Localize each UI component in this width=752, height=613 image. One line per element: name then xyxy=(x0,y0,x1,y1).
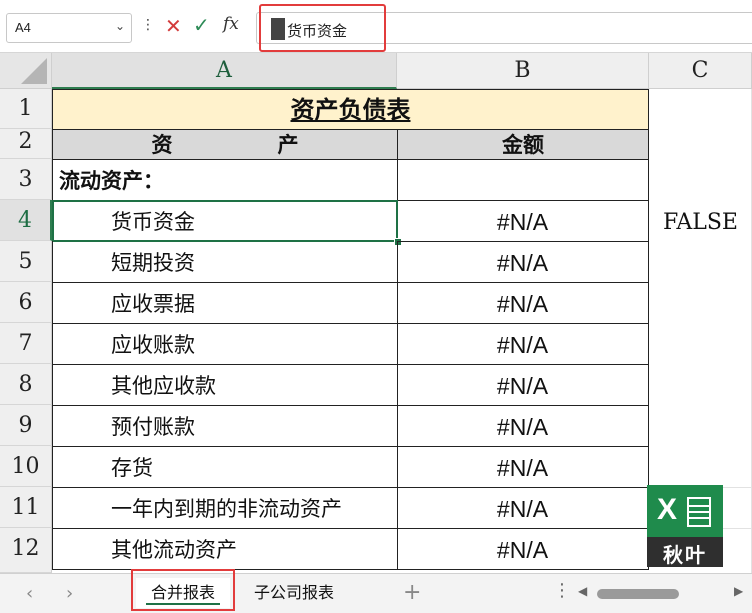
cell-a10[interactable]: 存货 xyxy=(52,446,398,488)
sheet-grid-icon xyxy=(687,497,711,527)
cell-b10[interactable]: #N/A xyxy=(397,446,649,488)
cell-a12[interactable]: 其他流动资产 xyxy=(52,528,398,570)
cell-b9[interactable]: #N/A xyxy=(397,405,649,447)
cell-b7[interactable]: #N/A xyxy=(397,323,649,365)
row-header-1[interactable]: 1 xyxy=(0,89,52,129)
row-header-11[interactable]: 11 xyxy=(0,487,52,528)
header-asset[interactable]: 资 产 xyxy=(52,129,398,160)
row-header-4[interactable]: 4 xyxy=(0,200,52,241)
row-header-8[interactable]: 8 xyxy=(0,364,52,405)
insert-function-icon[interactable]: fx xyxy=(223,14,239,34)
row-header-12[interactable]: 12 xyxy=(0,528,52,573)
sheet-title[interactable]: 资产负债表 xyxy=(52,89,649,130)
header-amount[interactable]: 金额 xyxy=(397,129,649,160)
column-header-a[interactable]: A xyxy=(52,53,397,89)
row-header-7[interactable]: 7 xyxy=(0,323,52,364)
column-header-c[interactable]: C xyxy=(649,53,752,89)
cell-a9[interactable]: 预付账款 xyxy=(52,405,398,447)
cell-c4[interactable]: FALSE xyxy=(649,200,752,242)
cell-b11[interactable]: #N/A xyxy=(397,487,649,529)
next-sheet-icon[interactable]: › xyxy=(66,583,73,604)
row-header-9[interactable]: 9 xyxy=(0,405,52,446)
tab-subsidiary-report[interactable]: 子公司报表 xyxy=(244,578,344,608)
logo-text: 秋叶 xyxy=(663,543,707,567)
add-sheet-icon[interactable]: + xyxy=(403,580,421,605)
select-all-corner[interactable] xyxy=(0,53,52,89)
cell-b12[interactable]: #N/A xyxy=(397,528,649,570)
chevron-down-icon[interactable]: ⌄ xyxy=(115,19,125,33)
row-header-10[interactable]: 10 xyxy=(0,446,52,487)
row-header-5[interactable]: 5 xyxy=(0,241,52,282)
scroll-left-icon[interactable]: ◀ xyxy=(578,584,587,598)
cell-b8[interactable]: #N/A xyxy=(397,364,649,406)
tab-highlight-box xyxy=(131,569,235,611)
more-options-icon[interactable]: ⋮ xyxy=(141,17,155,33)
cell-a6[interactable]: 应收票据 xyxy=(52,282,398,324)
enter-icon[interactable]: ✓ xyxy=(193,13,210,37)
cell-b6[interactable]: #N/A xyxy=(397,282,649,324)
cell-a7[interactable]: 应收账款 xyxy=(52,323,398,365)
cancel-icon[interactable]: ✕ xyxy=(165,14,182,38)
cell-a5[interactable]: 短期投资 xyxy=(52,241,398,283)
name-box-value: A4 xyxy=(15,20,31,35)
excel-logo-icon: X xyxy=(647,485,723,537)
sheet-tab-bar: ‹ › 合并报表 子公司报表 + ⋮ ◀ ▶ xyxy=(0,573,752,613)
cell-b5[interactable]: #N/A xyxy=(397,241,649,283)
cell-b3[interactable] xyxy=(397,159,649,201)
more-options-icon[interactable]: ⋮ xyxy=(553,580,571,601)
prev-sheet-icon[interactable]: ‹ xyxy=(26,583,33,604)
qiuye-logo: X 秋叶 xyxy=(647,485,723,567)
row-header-6[interactable]: 6 xyxy=(0,282,52,323)
cell-a11[interactable]: 一年内到期的非流动资产 xyxy=(52,487,398,529)
tab-label: 子公司报表 xyxy=(253,583,334,602)
row-header-3[interactable]: 3 xyxy=(0,159,52,200)
section-label[interactable]: 流动资产： xyxy=(52,159,398,201)
formula-highlight-box xyxy=(259,4,386,52)
horizontal-scrollbar[interactable] xyxy=(597,589,679,599)
logo-letter: X xyxy=(657,493,678,526)
cell-b4[interactable]: #N/A xyxy=(397,200,649,242)
scroll-right-icon[interactable]: ▶ xyxy=(734,584,743,598)
cell-a4[interactable]: 货币资金 xyxy=(52,200,398,242)
column-header-b[interactable]: B xyxy=(397,53,649,89)
name-box[interactable]: A4 ⌄ xyxy=(6,13,132,43)
cell-a8[interactable]: 其他应收款 xyxy=(52,364,398,406)
row-header-2[interactable]: 2 xyxy=(0,129,52,159)
